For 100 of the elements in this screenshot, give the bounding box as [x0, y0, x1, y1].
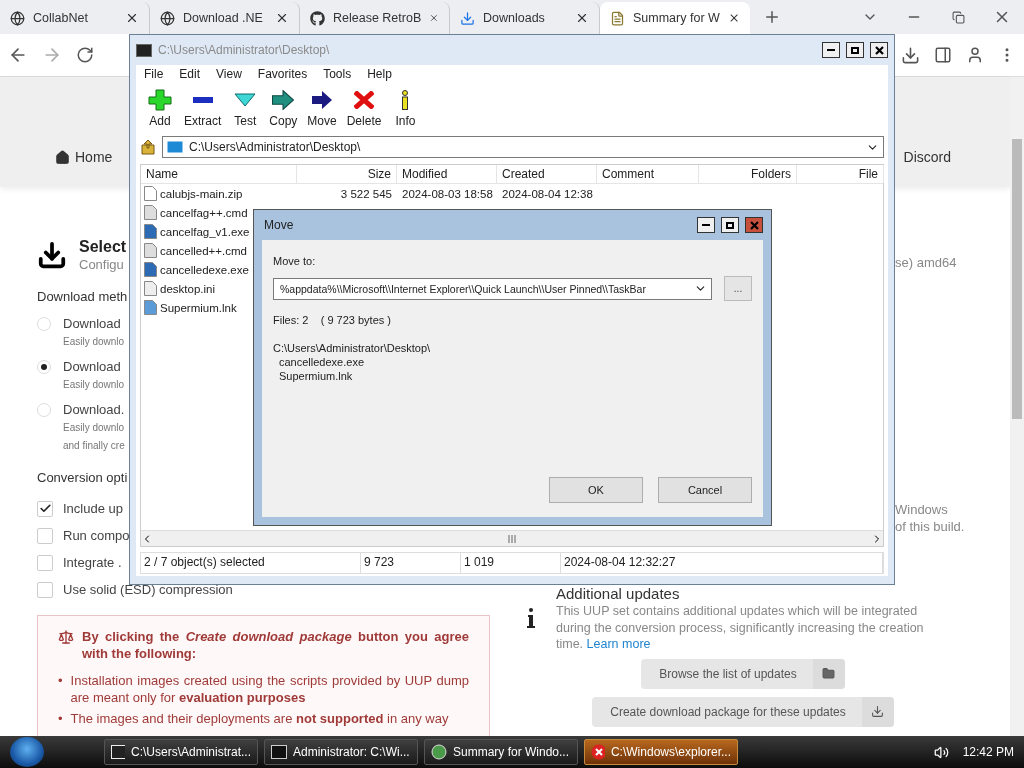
file-name[interactable]: cancelfag_v1.exe — [160, 225, 250, 238]
toolbar-button[interactable]: Move — [303, 89, 341, 128]
close-icon[interactable] — [575, 11, 589, 25]
menu-item[interactable]: Help — [367, 67, 392, 81]
dialog-button[interactable]: Cancel — [658, 477, 752, 503]
start-button[interactable] — [10, 737, 44, 767]
updates-title: Additional updates — [556, 585, 680, 603]
file-name[interactable]: desktop.ini — [160, 282, 215, 295]
toolbar-button[interactable]: Test — [227, 89, 264, 128]
home-icon — [55, 149, 70, 165]
file-name[interactable]: cancelledexe.exe — [160, 263, 249, 276]
checkbox[interactable] — [37, 500, 53, 517]
new-tab-icon[interactable] — [763, 8, 781, 26]
close-icon — [749, 220, 759, 230]
menu-item[interactable]: File — [144, 67, 164, 81]
side-panel-icon[interactable] — [934, 46, 952, 64]
edition-text: se) amd64 — [895, 254, 957, 271]
checkbox-label: Integrate . — [63, 555, 122, 570]
minimize-button[interactable] — [697, 217, 715, 233]
updates-button[interactable]: Browse the list of updates — [641, 658, 845, 689]
bullet: • — [58, 710, 63, 727]
toolbar-button[interactable]: Copy — [265, 89, 302, 128]
group-title: Conversion opti — [37, 469, 128, 487]
toolbar-button[interactable]: Extract — [180, 89, 226, 128]
archive-app-icon — [111, 745, 125, 759]
taskbar-item[interactable]: C:\Users\Administrat... — [104, 739, 258, 765]
close-button[interactable] — [870, 42, 888, 58]
menu-item[interactable]: View — [216, 67, 242, 81]
check-icon — [38, 502, 52, 515]
arrow-icon — [312, 91, 333, 109]
plus-icon — [148, 89, 172, 111]
close-icon[interactable] — [125, 11, 139, 25]
nav-link[interactable]: Discord — [903, 149, 951, 165]
menu-item[interactable]: Edit — [179, 67, 201, 81]
file-name[interactable]: calubjs-main.zip — [160, 187, 243, 200]
column-header[interactable]: Folders — [699, 165, 797, 183]
minus-icon — [192, 97, 213, 103]
maximize-button[interactable] — [721, 217, 739, 233]
source-folder: C:\Users\Administrator\Desktop\ — [273, 341, 431, 355]
destination-field[interactable]: %appdata%\\Microsoft\\Internet Explorer\\Quick Launch\\User Pinned\\TaskBar — [273, 277, 712, 300]
download-icon — [460, 10, 475, 26]
menu-item[interactable]: Tools — [323, 67, 352, 81]
checkbox[interactable] — [37, 581, 53, 598]
column-header[interactable]: Modified — [397, 165, 497, 183]
maximize-button[interactable] — [846, 42, 864, 58]
reload-icon[interactable] — [76, 46, 94, 64]
learn-more-link[interactable]: Learn more — [586, 637, 651, 651]
column-header[interactable]: Created — [497, 165, 597, 183]
updates-button[interactable]: Create download package for these updates — [592, 696, 894, 727]
error-icon — [591, 744, 605, 760]
column-header[interactable]: Comment — [597, 165, 699, 183]
minimize-button[interactable] — [822, 42, 840, 58]
taskbar-item[interactable]: C:\Windows\explorer... — [584, 739, 738, 765]
file-name: Supermium.lnk — [278, 369, 353, 383]
taskbar-item[interactable]: Summary for Windo... — [424, 739, 578, 765]
volume-icon[interactable] — [933, 744, 949, 760]
close-icon[interactable] — [275, 11, 289, 25]
toolbar-button[interactable]: Add — [142, 89, 178, 128]
info-icon — [401, 90, 410, 110]
maximize-icon — [726, 221, 734, 229]
globe-icon — [10, 10, 25, 26]
close-icon — [874, 45, 884, 55]
file-name[interactable]: cancelfag++.cmd — [160, 206, 248, 219]
checkbox-label: Use solid (ESD) compression — [63, 582, 233, 597]
download-icon[interactable] — [901, 45, 920, 65]
profile-icon[interactable] — [966, 46, 984, 64]
checkbox[interactable] — [37, 554, 53, 571]
arrow-icon — [272, 90, 295, 110]
minimize-icon — [702, 224, 710, 226]
file-name: cancelledexe.exe — [278, 355, 364, 369]
scrollbar[interactable] — [1010, 77, 1024, 736]
restore-icon[interactable] — [951, 10, 965, 24]
globe-icon — [160, 10, 175, 26]
horizontal-scrollbar[interactable] — [141, 530, 883, 546]
column-header[interactable]: Name — [141, 165, 297, 183]
dialog-button[interactable]: OK — [549, 477, 643, 503]
address-field[interactable]: C:\Users\Administrator\Desktop\ — [162, 136, 884, 158]
nav-link[interactable]: Home — [55, 149, 113, 165]
browse-button[interactable]: ... — [724, 276, 752, 301]
info-icon — [526, 607, 536, 629]
app-icon — [136, 43, 152, 57]
clock: 12:42 PM — [962, 745, 1014, 759]
monitor-icon — [167, 141, 183, 153]
column-header[interactable]: File — [797, 165, 884, 183]
browser-tab[interactable]: Summary for W — [600, 2, 750, 34]
checkbox-label: Include up — [63, 501, 123, 516]
file-name[interactable]: Supermium.lnk — [160, 301, 237, 314]
option-label: Download — [63, 315, 121, 333]
checkbox[interactable] — [37, 527, 53, 544]
file-name[interactable]: cancelled++.cmd — [160, 244, 247, 257]
taskbar-item[interactable]: Administrator: C:\Wi... — [264, 739, 418, 765]
table-cell: 2024-08-04 12:38 — [502, 187, 593, 200]
option-description: and finally cre — [63, 439, 125, 453]
column-header[interactable]: Size — [297, 165, 397, 183]
toolbar-button[interactable]: Delete — [342, 89, 386, 128]
minimize-icon — [827, 49, 835, 51]
up-folder-icon — [140, 139, 156, 155]
toolbar-button[interactable]: Info — [387, 89, 424, 128]
menu-item[interactable]: Favorites — [257, 67, 308, 81]
file-icon — [144, 224, 157, 239]
